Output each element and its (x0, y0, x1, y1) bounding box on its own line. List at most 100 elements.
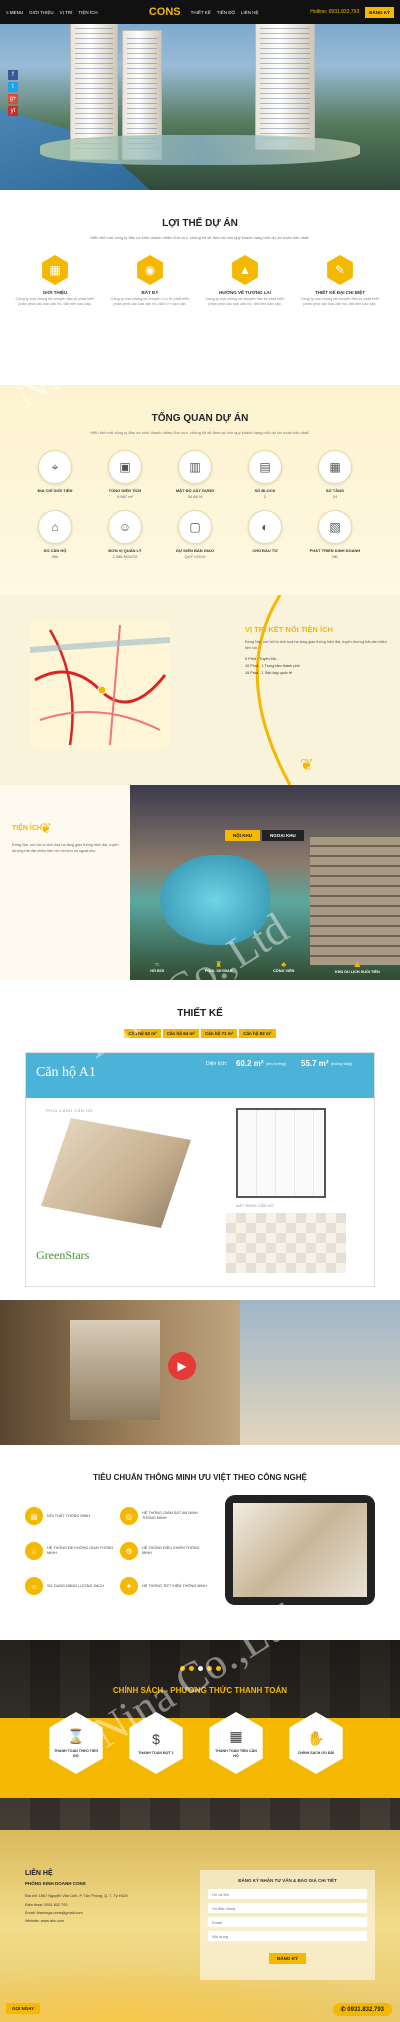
logo[interactable]: CONS (149, 6, 181, 18)
area-label: Diện tích: (206, 1061, 228, 1067)
play-icon[interactable]: ▶ (168, 1352, 196, 1380)
submit-wrap: ĐĂNG KÝ (208, 1947, 367, 1965)
tablet-mockup (225, 1495, 375, 1605)
amenity-item[interactable]: ♣ CÔNG VIÊN (273, 960, 294, 974)
hero-banner: f t g+ yt (0, 0, 400, 190)
location-map[interactable] (29, 620, 171, 750)
podium (40, 135, 360, 165)
slider-dot[interactable] (179, 1666, 185, 1671)
interior-image (70, 1320, 160, 1420)
tab-unit-71[interactable]: Căn hộ 71 m² (201, 1029, 238, 1038)
stat-label: DỰ KIẾN BÀN GIAO (176, 548, 214, 553)
people-icon: ☺ (108, 510, 142, 544)
amenity-item[interactable]: ⛰ KHU DU LỊCH SUỐI TIÊN (335, 960, 380, 974)
header-phone[interactable]: Hotline: 0931.832.793 (310, 9, 359, 15)
stat-item: ▣ TỔNG DIỆN TÍCH 9.987 m² (95, 450, 155, 499)
stat-item: ⌂ SỐ CĂN HỘ 966 (25, 510, 85, 559)
feature-title: THIẾT KẾ ĐẠI CHI BIỆT (314, 290, 365, 295)
feature-desc: Công ty của chúng tôi chuyên đầu tư phát… (205, 297, 285, 306)
stat-value: 9.987 m² (117, 494, 133, 499)
payment-label: THANH TOÁN TIỀN CĂN HỘ (215, 1748, 257, 1758)
section-title: TIÊU CHUẨN THÔNG MINH ƯU VIỆT THEO CÔNG … (93, 1473, 307, 1482)
section-subtitle: Hiểu thế mới công ty đầu cơ kinh doanh n… (90, 235, 310, 240)
email-input[interactable] (208, 1917, 367, 1927)
stat-label: ĐƠN VỊ QUẢN LÝ (108, 548, 142, 553)
main-nav-right: THIẾT KẾ TIẾN ĐỘ LIÊN HỆ (191, 10, 311, 15)
feature-desc: Công ty của chúng tôi chuyên đầu tư phát… (110, 297, 190, 306)
menu-button[interactable]: ≡ MENU (6, 10, 23, 15)
facebook-icon[interactable]: f (8, 70, 18, 80)
section-title: LỢI THẾ DỰ ÁN (162, 218, 238, 229)
tab-ngoai-khu[interactable]: NGOẠI KHU (262, 830, 304, 841)
slider-dot[interactable] (188, 1666, 194, 1671)
nav-item[interactable]: TIẾN ĐỘ (217, 10, 235, 15)
stat-label: PHÁT TRIỂN KINH DOANH (309, 548, 361, 553)
amenity-label: CÔNG VIÊN (273, 969, 295, 973)
stat-item: ⌖ ĐỊA CHỈ GIỚI TIẾN (25, 450, 85, 494)
handover-icon: ▢ (178, 510, 212, 544)
perspective-label: PHỐI CẢNH CĂN HỘ (46, 1108, 93, 1113)
smart-tech-section: TIÊU CHUẨN THÔNG MINH ƯU VIỆT THEO CÔNG … (0, 1445, 400, 1640)
stat-item: ◐ CHỦ ĐẦU TƯ (235, 510, 295, 554)
stat-label: CHỦ ĐẦU TƯ (252, 548, 278, 553)
tech-label: HỆ THỐNG ĐỂ KHÔNG GIAN THÔNG MINH (47, 1546, 114, 1555)
amenity-text-panel: ❦ TIỆN ÍCH Đồng Nai, nơi hội tụ tinh hoa… (0, 785, 130, 980)
amenity-item[interactable]: ♜ POOL SKYBAR (205, 960, 233, 974)
feature-title: HƯỚNG VỀ TƯƠNG LAI (219, 290, 271, 295)
slider-dot[interactable] (206, 1666, 212, 1671)
stat-item: ▦ SỐ TẦNG 24 (305, 450, 365, 499)
footer-call-button[interactable]: GỌI NGAY (6, 2003, 41, 2014)
location-icon: ◉ (137, 255, 163, 285)
nav-item[interactable]: LIÊN HỆ (241, 10, 259, 15)
window-view (240, 1300, 400, 1445)
tech-item: ▤ NỘI THẤT THÔNG MINH (25, 1507, 115, 1525)
slider-dot[interactable] (215, 1666, 221, 1671)
stat-item: ▥ MẬT ĐỘ XÂY DỰNG 34.88 % (165, 450, 225, 499)
unit-tabs: Căn hộ 62 m² Căn hộ 64 m² Căn hộ 71 m² C… (0, 1029, 400, 1038)
contact-section: LIÊN HỆ PHÒNG KINH DOANH CONS Địa chỉ: 1… (0, 1830, 400, 2022)
pool (160, 855, 270, 945)
stat-value: 2 (263, 494, 267, 499)
feature-desc: Công ty của chúng tôi chuyên đầu tư phát… (300, 297, 380, 306)
stat-label: SỐ CĂN HỘ (43, 548, 67, 553)
register-button[interactable]: ĐĂNG KÝ (365, 6, 394, 18)
youtube-icon[interactable]: yt (8, 106, 18, 116)
stat-label: ĐỊA CHỈ GIỚI TIẾN (37, 488, 73, 493)
main-nav: GIỚI THIỆU VỊ TRÍ TIỆN ÍCH (29, 10, 149, 15)
stat-item: ▤ SỐ BLOCK 2 (235, 450, 295, 499)
nav-item[interactable]: VỊ TRÍ (60, 10, 73, 15)
block-icon: ▤ (248, 450, 282, 484)
tab-unit-62[interactable]: Căn hộ 62 m² (124, 1029, 161, 1038)
location-content: VỊ TRÍ KẾT NỐI TIỆN ÍCH Đồng Nai, nơi hộ… (245, 625, 390, 675)
furniture-icon: ▤ (25, 1507, 43, 1525)
stat-label: MẬT ĐỘ XÂY DỰNG (175, 488, 215, 493)
slider-dot[interactable] (197, 1666, 203, 1671)
google-plus-icon[interactable]: g+ (8, 94, 18, 104)
hotline-badge[interactable]: ✆ 0931.832.793 (332, 2003, 392, 2016)
control-icon: ⚙ (120, 1542, 138, 1560)
tab-unit-64[interactable]: Căn hộ 64 m² (162, 1029, 199, 1038)
name-input[interactable] (208, 1889, 367, 1899)
feature-title: BẤT ĐÁ (141, 290, 159, 295)
townhouses (310, 835, 400, 965)
amenity-item[interactable]: ≈ HỒ BƠI (150, 960, 164, 974)
unit-name: Căn hộ A1 (36, 1065, 96, 1080)
twitter-icon[interactable]: t (8, 82, 18, 92)
stat-item: ▢ DỰ KIẾN BÀN GIAO QUÝ I/2019 (165, 510, 225, 559)
amenity-label: HỒ BƠI (150, 969, 165, 973)
feature-title: GIỚI THIỆU (42, 290, 68, 295)
plan-header: Căn hộ A1 Diện tích: 60.2 m² (tim tường)… (26, 1053, 374, 1098)
pool-icon: ≈ (155, 960, 160, 969)
contact-web: Website: www.abc.com (25, 1919, 65, 1923)
pin-icon: ⌖ (38, 450, 72, 484)
message-input[interactable] (208, 1931, 367, 1941)
hourglass-icon: ⌛ (67, 1727, 85, 1744)
nav-item[interactable]: GIỚI THIỆU (29, 10, 54, 15)
nav-item[interactable]: THIẾT KẾ (191, 10, 211, 15)
contact-info: LIÊN HỆ PHÒNG KINH DOANH CONS Địa chỉ: 1… (25, 1870, 175, 1923)
nav-item[interactable]: TIỆN ÍCH (78, 10, 97, 15)
tab-unit-82[interactable]: Căn hộ 82 m² (239, 1029, 276, 1038)
submit-button[interactable]: ĐĂNG KÝ (269, 1953, 306, 1964)
phone-input[interactable] (208, 1903, 367, 1913)
tab-noi-khu[interactable]: NỘI KHU (225, 830, 260, 841)
